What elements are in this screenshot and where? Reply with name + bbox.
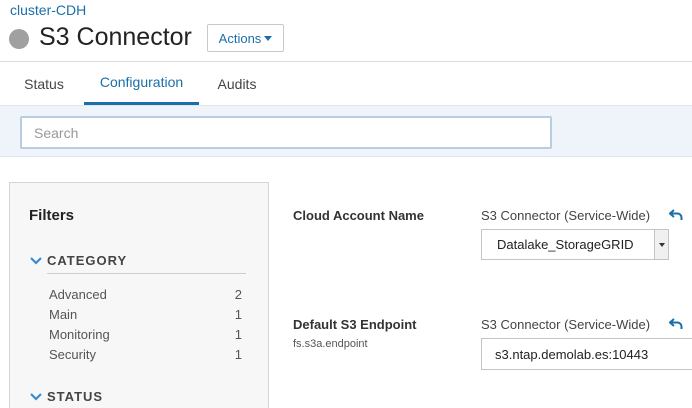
filter-item-count: 1 <box>234 307 242 322</box>
filter-item-label: Monitoring <box>49 327 110 342</box>
chevron-down-icon <box>30 256 42 265</box>
filters-title: Filters <box>29 207 75 224</box>
tab-bar: Status Configuration Audits <box>0 62 692 106</box>
breadcrumb-cluster-link[interactable]: cluster-CDH <box>10 2 86 18</box>
property-key: fs.s3a.endpoint <box>293 338 368 350</box>
caret-down-icon <box>264 36 273 41</box>
select-arrow-icon <box>654 230 668 259</box>
s3-endpoint-input[interactable] <box>481 338 692 370</box>
property-scope: S3 Connector (Service-Wide) <box>481 317 651 332</box>
category-divider <box>47 273 246 274</box>
cloud-account-selected-value: Datalake_StorageGRID <box>497 237 634 252</box>
filter-item-count: 1 <box>234 347 242 362</box>
filter-item-label: Advanced <box>49 287 107 302</box>
property-label-cloud-account-name: Cloud Account Name <box>293 208 424 223</box>
cloud-account-select[interactable]: Datalake_StorageGRID <box>481 229 669 260</box>
filter-item-label: Main <box>49 307 78 322</box>
filter-item-count: 1 <box>234 327 242 342</box>
filter-item-label: Security <box>49 347 96 362</box>
category-heading: CATEGORY <box>47 253 128 268</box>
chevron-down-icon <box>30 392 42 401</box>
filter-item-monitoring[interactable]: Monitoring 1 <box>49 327 242 342</box>
tab-status[interactable]: Status <box>14 62 74 105</box>
filter-item-main[interactable]: Main 1 <box>49 307 242 322</box>
search-bar-area <box>0 105 692 157</box>
service-status-icon <box>9 29 29 49</box>
search-input[interactable] <box>20 116 552 149</box>
undo-icon[interactable] <box>669 318 683 330</box>
filter-item-advanced[interactable]: Advanced 2 <box>49 287 242 302</box>
tab-audits[interactable]: Audits <box>206 62 268 105</box>
page-title: S3 Connector <box>39 23 192 51</box>
tab-configuration[interactable]: Configuration <box>84 62 199 105</box>
status-section-toggle[interactable]: STATUS <box>30 389 103 404</box>
property-label-default-s3-endpoint: Default S3 Endpoint <box>293 317 417 332</box>
filter-item-security[interactable]: Security 1 <box>49 347 242 362</box>
actions-button-label: Actions <box>218 30 262 46</box>
undo-icon[interactable] <box>669 209 683 221</box>
filters-panel: Filters CATEGORY Advanced 2 Main 1 Monit… <box>9 182 269 408</box>
category-section-toggle[interactable]: CATEGORY <box>30 253 127 268</box>
filter-item-count: 2 <box>234 287 242 302</box>
actions-dropdown-button[interactable]: Actions <box>207 24 284 52</box>
property-scope: S3 Connector (Service-Wide) <box>481 208 651 223</box>
status-heading: STATUS <box>47 389 104 404</box>
